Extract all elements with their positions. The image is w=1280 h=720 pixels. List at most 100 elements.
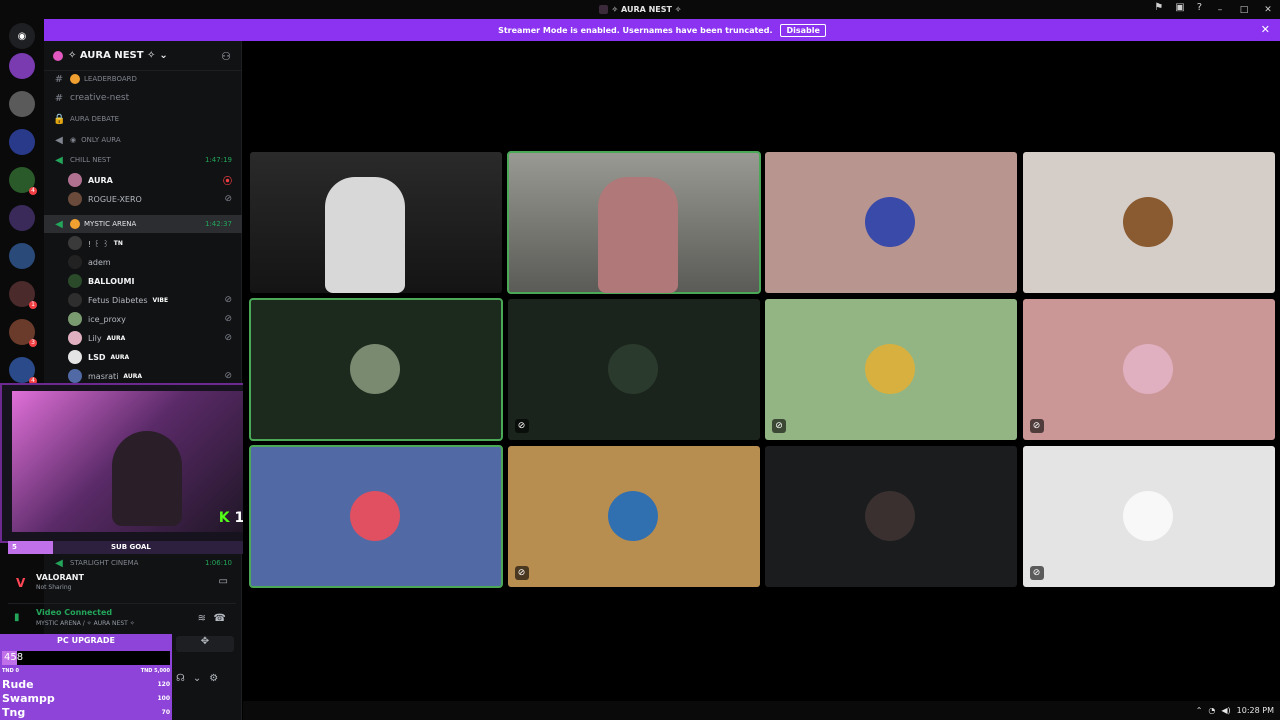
disable-streamer-button[interactable]: Disable: [780, 23, 826, 37]
video-stream-tile[interactable]: [506, 151, 761, 294]
channel-label: STARLIGHT CINEMA: [70, 559, 139, 567]
server-icon[interactable]: [9, 129, 35, 155]
share-screen-icon[interactable]: ▭: [219, 576, 228, 587]
title-bar: ✧ AURA NEST ✧: [0, 0, 1280, 19]
avatar: [1122, 491, 1173, 541]
voice-timer: 1:06:10: [205, 559, 232, 567]
apps-button[interactable]: ✥: [176, 636, 234, 652]
channel-label: ONLY AURA: [81, 136, 121, 144]
avatar: [68, 350, 82, 364]
donor-name: Swampp: [2, 692, 55, 705]
avatar: [68, 293, 82, 307]
server-icon[interactable]: 4: [9, 357, 37, 385]
server-header[interactable]: ✧ AURA NEST ✧ ⌄ ⚇: [44, 41, 241, 71]
voice-user[interactable]: adem: [68, 253, 242, 271]
participant-tile[interactable]: ⊘: [507, 299, 760, 440]
banner-text: Streamer Mode is enabled. Usernames have…: [498, 25, 773, 35]
channel-only-aura[interactable]: ◀ ◉ ONLY AURA: [44, 131, 242, 149]
user-name: ROGUE-XERO: [88, 194, 142, 204]
activity-game: VALORANT: [36, 573, 84, 582]
voice-user[interactable]: ! ꒰ ꒱ TN: [68, 234, 242, 252]
avatar: [1122, 344, 1173, 394]
voice-user[interactable]: ice_proxy ⊘: [68, 310, 242, 328]
server-icon[interactable]: [9, 243, 35, 269]
participant-tile[interactable]: ⊘: [765, 299, 1017, 440]
title-tools: ⚑ ▣ ?: [1154, 2, 1202, 13]
help-icon[interactable]: ?: [1197, 2, 1202, 13]
voice-status-panel: ▮ Video Connected MYSTIC ARENA / ✧ AURA …: [8, 603, 236, 633]
participant-tile[interactable]: [1022, 152, 1275, 293]
chevron-down-icon[interactable]: ⌄: [193, 673, 201, 684]
avatar: [68, 369, 82, 383]
lock-icon: 🔒: [53, 113, 66, 125]
avatar: [68, 236, 82, 250]
server-name: ✧ AURA NEST ✧: [68, 50, 156, 61]
mic-muted-icon: ⊘: [1029, 566, 1044, 580]
channel-creative-nest[interactable]: # creative-nest: [44, 89, 242, 107]
donor-row: Swampp 100: [0, 692, 172, 706]
maximize-button[interactable]: □: [1232, 5, 1256, 15]
discord-icon[interactable]: ◉: [9, 23, 35, 49]
unread-badge: 1: [29, 301, 37, 309]
streamer-figure: [112, 431, 182, 526]
donor-name: Tng: [2, 706, 26, 719]
tray-chevron-icon[interactable]: ⌃: [1196, 706, 1203, 715]
close-icon[interactable]: ✕: [1261, 23, 1270, 36]
window-controls: – □ ✕: [1208, 0, 1280, 19]
minimize-button[interactable]: –: [1208, 5, 1232, 15]
voice-user[interactable]: Fetus Diabetes VIBE ⊘: [68, 291, 242, 309]
mic-muted-icon: ⊘: [224, 194, 232, 204]
server-icon[interactable]: [9, 53, 35, 79]
mic-muted-icon: ⊘: [224, 333, 232, 343]
user-tag: AURA: [106, 334, 126, 342]
speaker-icon: ◀: [55, 218, 63, 230]
screen-share-icon[interactable]: ▣: [1175, 2, 1184, 13]
channel-aura-debate[interactable]: 🔒 AURA DEBATE: [44, 110, 242, 128]
pc-upgrade-min: TND 0: [2, 668, 19, 674]
participant-tile[interactable]: [249, 298, 503, 441]
voice-user[interactable]: ROGUE-XERO ⊘: [68, 190, 242, 208]
inbox-icon[interactable]: ⚑: [1154, 2, 1163, 13]
voice-timer: 1:47:19: [205, 156, 232, 164]
participant-tile[interactable]: ⊘: [1022, 446, 1275, 587]
valorant-icon: V: [16, 576, 26, 590]
participant-tile[interactable]: ⊘: [1022, 299, 1275, 440]
user-name: ice_proxy: [88, 314, 126, 324]
channel-mystic-arena[interactable]: ◀ MYSTIC ARENA 1:42:37: [44, 215, 242, 233]
volume-icon[interactable]: ◀): [1221, 706, 1230, 715]
noise-suppression-icon[interactable]: ≋: [198, 613, 206, 624]
participant-tile[interactable]: [765, 152, 1017, 293]
video-stream-tile[interactable]: [250, 152, 502, 293]
voice-user[interactable]: LSD AURA: [68, 348, 242, 366]
disconnect-icon[interactable]: ☎: [214, 613, 226, 624]
channel-leaderboard[interactable]: # LEADERBOARD: [44, 70, 242, 88]
server-icon[interactable]: [9, 91, 35, 117]
streamer-figure: [597, 177, 678, 293]
add-member-icon[interactable]: ⚇: [221, 50, 231, 63]
avatar: [68, 255, 82, 269]
channel-label: creative-nest: [70, 93, 130, 103]
voice-user[interactable]: BALLOUMI: [68, 272, 242, 290]
server-icon[interactable]: 4: [9, 167, 37, 195]
user-tag: AURA: [123, 372, 143, 380]
participant-tile[interactable]: [249, 445, 503, 588]
voice-user[interactable]: AURA ⦿: [68, 171, 242, 189]
server-icon[interactable]: 1: [9, 281, 37, 309]
pc-upgrade-bar: 458: [2, 651, 170, 665]
clock[interactable]: 10:28 PM: [1237, 706, 1274, 715]
avatar: [350, 344, 400, 394]
participant-tile[interactable]: ⊘: [507, 446, 760, 587]
donor-amount: 100: [157, 695, 170, 702]
server-icon[interactable]: [9, 205, 35, 231]
gear-icon[interactable]: ⚙: [209, 673, 218, 684]
close-window-button[interactable]: ✕: [1256, 5, 1280, 15]
server-icon[interactable]: 3: [9, 319, 37, 347]
participant-tile[interactable]: [765, 446, 1017, 587]
headset-icon[interactable]: ☊: [176, 673, 185, 684]
eye-icon: ◉: [70, 136, 77, 144]
channel-chill-nest[interactable]: ◀ CHILL NEST 1:47:19: [44, 151, 242, 169]
voice-channel[interactable]: MYSTIC ARENA / ✧ AURA NEST ✧: [36, 620, 135, 627]
mic-muted-icon: ⊘: [224, 314, 232, 324]
voice-user[interactable]: Lily AURA ⊘: [68, 329, 242, 347]
network-icon[interactable]: ◔: [1208, 706, 1215, 715]
